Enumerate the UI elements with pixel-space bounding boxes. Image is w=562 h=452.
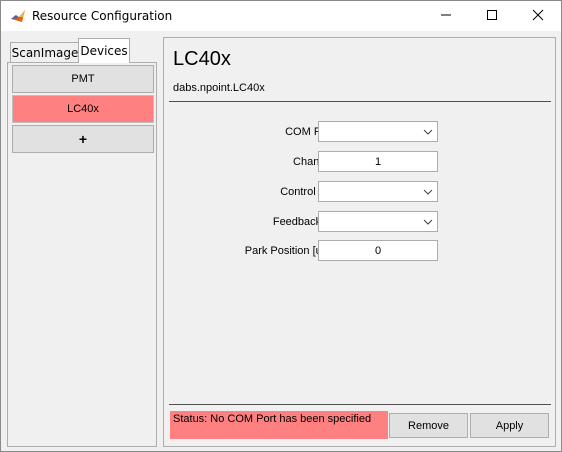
device-class-name: dabs.npoint.LC40x	[173, 82, 265, 94]
maximize-icon	[486, 9, 498, 24]
status-message: Status: No COM Port has been specified	[170, 411, 388, 439]
chevron-down-icon	[419, 212, 437, 231]
chevron-down-icon	[419, 122, 437, 141]
apply-button[interactable]: Apply	[470, 413, 549, 438]
feedback-ai-dropdown[interactable]	[318, 211, 438, 232]
remove-button[interactable]: Remove	[389, 413, 468, 438]
minimize-icon	[440, 9, 452, 24]
matlab-icon	[10, 8, 26, 24]
footer-divider	[169, 404, 551, 405]
tab-scanimage[interactable]: ScanImage	[10, 42, 80, 62]
close-button[interactable]	[515, 1, 561, 31]
window-title: Resource Configuration	[32, 9, 173, 23]
header-divider	[169, 101, 551, 102]
com-port-dropdown[interactable]	[318, 121, 438, 142]
chevron-down-icon	[419, 182, 437, 201]
device-config-panel: LC40x dabs.npoint.LC40x COM Port Channel…	[163, 37, 556, 447]
resource-configuration-window: Resource Configuration ScanImage Devices…	[0, 0, 562, 452]
control-ao-dropdown[interactable]	[318, 181, 438, 202]
park-position-field[interactable]: 0	[318, 240, 438, 261]
minimize-button[interactable]	[423, 1, 469, 31]
close-icon	[532, 9, 544, 24]
title-bar[interactable]: Resource Configuration	[1, 1, 561, 31]
device-title: LC40x	[173, 48, 231, 70]
device-list-panel: ScanImage Devices PMT LC40x +	[3, 37, 157, 449]
tab-devices[interactable]: Devices	[78, 38, 130, 63]
maximize-button[interactable]	[469, 1, 515, 31]
device-button-pmt[interactable]: PMT	[12, 65, 154, 93]
device-button-lc40x[interactable]: LC40x	[12, 95, 154, 123]
channel-field[interactable]: 1	[318, 151, 438, 172]
add-device-button[interactable]: +	[12, 125, 154, 153]
devices-tab-body: PMT LC40x +	[7, 62, 157, 447]
